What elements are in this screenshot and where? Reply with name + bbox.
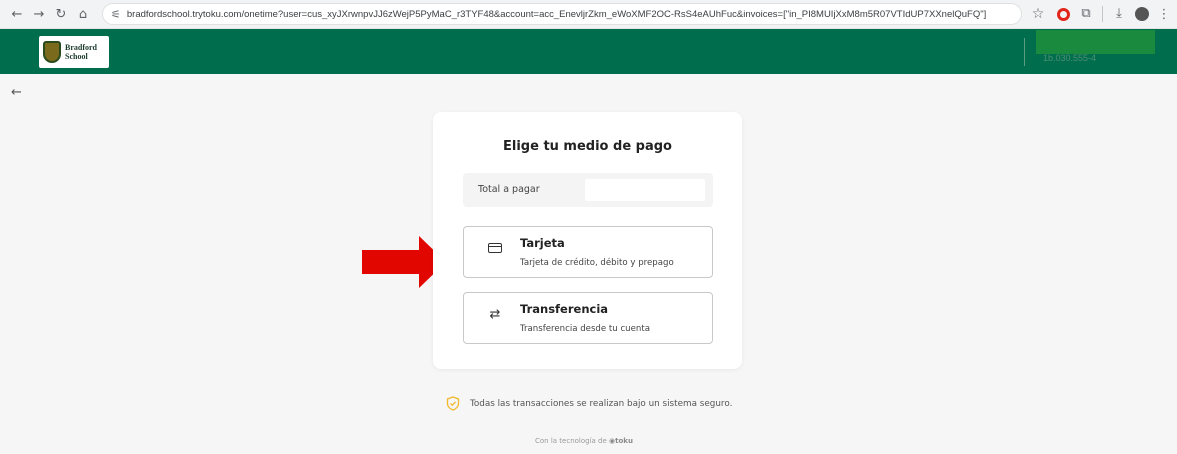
account-id: 1b.030.555-4 [1043,53,1097,63]
school-name-line2: School [65,52,88,61]
powered-by: Con la tecnología de ◉toku [535,437,633,445]
star-icon[interactable]: ☆ [1027,6,1049,22]
school-logo[interactable]: Bradford School [39,36,109,68]
total-row: Total a pagar [463,173,713,207]
back-icon[interactable]: ← [6,3,28,25]
address-bar[interactable]: ⚟ bradfordschool.trytoku.com/onetime?use… [102,3,1022,25]
credit-card-icon [486,239,504,257]
option-transferencia-subtitle: Transferencia desde tu cuenta [520,324,650,334]
payment-method-card: Elige tu medio de pago Total a pagar Tar… [433,112,742,369]
secure-text: Todas las transacciones se realizan bajo… [470,398,733,409]
forward-icon[interactable]: → [28,3,50,25]
home-icon[interactable]: ⌂ [72,3,94,25]
profile-avatar[interactable] [1135,7,1149,21]
powered-prefix: Con la tecnología de [535,437,607,445]
option-tarjeta-title: Tarjeta [520,236,565,250]
back-arrow-icon[interactable]: ← [11,85,22,100]
total-value-redacted [585,179,705,201]
school-name-line1: Bradford [65,43,97,52]
toku-logo[interactable]: ◉toku [609,437,633,445]
account-redacted-box [1036,30,1155,54]
total-label: Total a pagar [478,184,540,195]
browser-toolbar: ← → ↻ ⌂ ⚟ bradfordschool.trytoku.com/one… [0,0,1177,29]
header-divider [1024,38,1025,66]
school-header: Bradford School 1b.030.555-4 [0,29,1177,74]
page-title: Elige tu medio de pago [503,139,672,154]
option-tarjeta-button[interactable]: Tarjeta Tarjeta de crédito, débito y pre… [463,226,713,278]
opera-icon[interactable] [1057,7,1070,21]
url-text: bradfordschool.trytoku.com/onetime?user=… [126,8,987,20]
option-transferencia-button[interactable]: ⇄ Transferencia Transferencia desde tu c… [463,292,713,344]
toolbar-divider [1102,6,1103,22]
option-transferencia-title: Transferencia [520,302,609,316]
shield-check-icon [446,396,460,411]
secure-note: Todas las transacciones se realizan bajo… [446,396,732,411]
transfer-arrows-icon: ⇄ [489,306,501,322]
reload-icon[interactable]: ↻ [50,3,72,25]
site-info-icon[interactable]: ⚟ [111,8,121,21]
crest-icon [43,41,61,63]
extensions-icon[interactable]: ⧉ [1078,6,1094,22]
option-tarjeta-subtitle: Tarjeta de crédito, débito y prepago [520,258,674,268]
toku-brand: toku [615,437,633,445]
download-icon[interactable]: ⤓ [1111,6,1127,22]
menu-icon[interactable]: ⋮ [1157,7,1171,22]
